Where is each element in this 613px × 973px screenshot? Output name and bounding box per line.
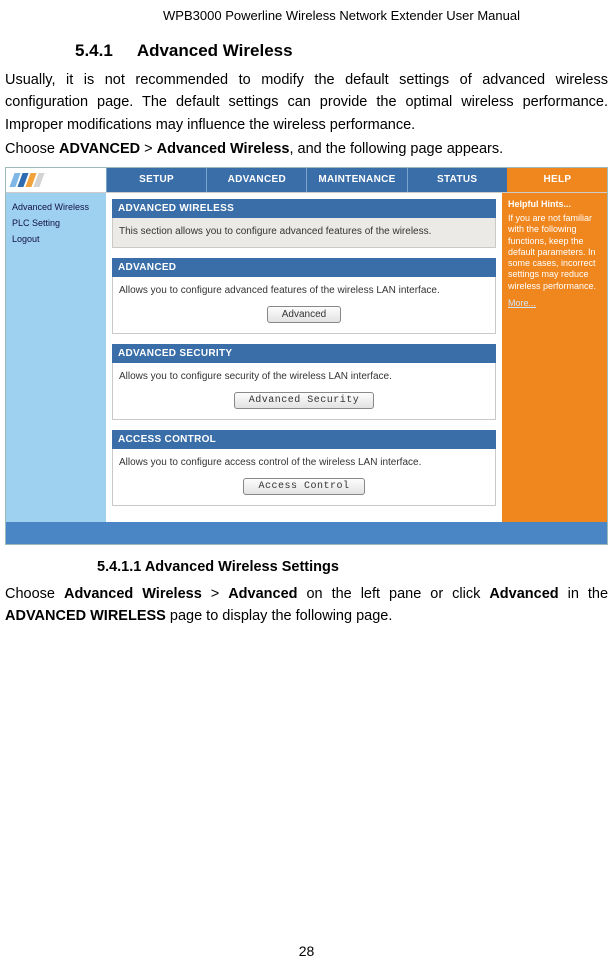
section-title: Advanced Wireless xyxy=(137,41,293,60)
router-tabbar: SETUP ADVANCED MAINTENANCE STATUS HELP xyxy=(6,168,607,192)
doc-header: WPB3000 Powerline Wireless Network Exten… xyxy=(5,8,608,23)
panel-advanced-wireless: ADVANCED WIRELESS This section allows yo… xyxy=(112,199,496,248)
panel-body-sec-text: Allows you to configure security of the … xyxy=(119,371,392,382)
p3-post: page to display the following page. xyxy=(166,608,393,624)
panel-body-adv-text: Allows you to configure advanced feature… xyxy=(119,285,440,296)
router-main: ADVANCED WIRELESS This section allows yo… xyxy=(106,193,502,522)
p3-mid3: in the xyxy=(559,586,608,602)
tab-setup[interactable]: SETUP xyxy=(106,168,206,192)
access-control-button[interactable]: Access Control xyxy=(243,478,364,495)
tab-advanced[interactable]: ADVANCED xyxy=(206,168,306,192)
p2-b2: Advanced Wireless xyxy=(157,141,290,157)
panel-advanced: ADVANCED Allows you to configure advance… xyxy=(112,258,496,334)
panel-advanced-security: ADVANCED SECURITY Allows you to configur… xyxy=(112,344,496,420)
help-body: If you are not familiar with the followi… xyxy=(508,213,601,292)
p3-b4: ADVANCED WIRELESS xyxy=(5,608,166,624)
advanced-button[interactable]: Advanced xyxy=(267,306,341,323)
paragraph-intro: Usually, it is not recommended to modify… xyxy=(5,69,608,136)
tab-help[interactable]: HELP xyxy=(507,168,607,192)
p3-pre: Choose xyxy=(5,586,64,602)
sidebar-item-plc-setting[interactable]: PLC Setting xyxy=(6,215,106,231)
router-sidebar: Advanced Wireless PLC Setting Logout xyxy=(6,193,106,522)
p2-b1: ADVANCED xyxy=(59,141,140,157)
router-logo xyxy=(6,168,106,192)
section-heading: 5.4.1 Advanced Wireless xyxy=(75,41,608,61)
panel-body-sec: Allows you to configure security of the … xyxy=(112,363,496,420)
p2-mid: > xyxy=(140,141,157,157)
doc-header-model: WPB3000 xyxy=(163,8,222,23)
p3-mid2: on the left pane or click xyxy=(298,586,490,602)
router-help-panel: Helpful Hints... If you are not familiar… xyxy=(502,193,607,522)
p2-post: , and the following page appears. xyxy=(290,141,504,157)
doc-header-rest: Powerline Wireless Network Extender User… xyxy=(222,8,520,23)
panel-access-control: ACCESS CONTROL Allows you to configure a… xyxy=(112,430,496,506)
panel-head-aw: ADVANCED WIRELESS xyxy=(112,199,496,218)
help-head: Helpful Hints... xyxy=(508,199,601,210)
help-more-link[interactable]: More... xyxy=(508,298,601,309)
panel-btn-row-adv: Advanced xyxy=(119,306,489,323)
p3-b3: Advanced xyxy=(489,586,558,602)
paragraph-nav-instruction: Choose ADVANCED > Advanced Wireless, and… xyxy=(5,138,608,160)
router-body: Advanced Wireless PLC Setting Logout ADV… xyxy=(6,192,607,522)
panel-head-ac: ACCESS CONTROL xyxy=(112,430,496,449)
panel-body-ac-text: Allows you to configure access control o… xyxy=(119,457,421,468)
panel-body-aw: This section allows you to configure adv… xyxy=(112,218,496,248)
panel-head-sec: ADVANCED SECURITY xyxy=(112,344,496,363)
panel-body-ac: Allows you to configure access control o… xyxy=(112,449,496,506)
p3-mid1: > xyxy=(202,586,228,602)
sidebar-item-logout[interactable]: Logout xyxy=(6,231,106,247)
router-footer xyxy=(6,522,607,544)
p2-pre: Choose xyxy=(5,141,59,157)
panel-head-adv: ADVANCED xyxy=(112,258,496,277)
router-ui-screenshot: SETUP ADVANCED MAINTENANCE STATUS HELP A… xyxy=(5,167,608,545)
advanced-security-button[interactable]: Advanced Security xyxy=(234,392,375,409)
panel-body-adv: Allows you to configure advanced feature… xyxy=(112,277,496,334)
page-number: 28 xyxy=(0,943,613,959)
tab-maintenance[interactable]: MAINTENANCE xyxy=(306,168,406,192)
subsection-heading: 5.4.1.1 Advanced Wireless Settings xyxy=(97,559,608,575)
panel-btn-row-sec: Advanced Security xyxy=(119,392,489,409)
tab-status[interactable]: STATUS xyxy=(407,168,507,192)
sidebar-item-advanced-wireless[interactable]: Advanced Wireless xyxy=(6,199,106,215)
panel-btn-row-ac: Access Control xyxy=(119,478,489,495)
p3-b1: Advanced Wireless xyxy=(64,586,202,602)
section-number: 5.4.1 xyxy=(75,41,113,61)
p3-b2: Advanced xyxy=(228,586,297,602)
paragraph-sub-instruction: Choose Advanced Wireless > Advanced on t… xyxy=(5,583,608,628)
